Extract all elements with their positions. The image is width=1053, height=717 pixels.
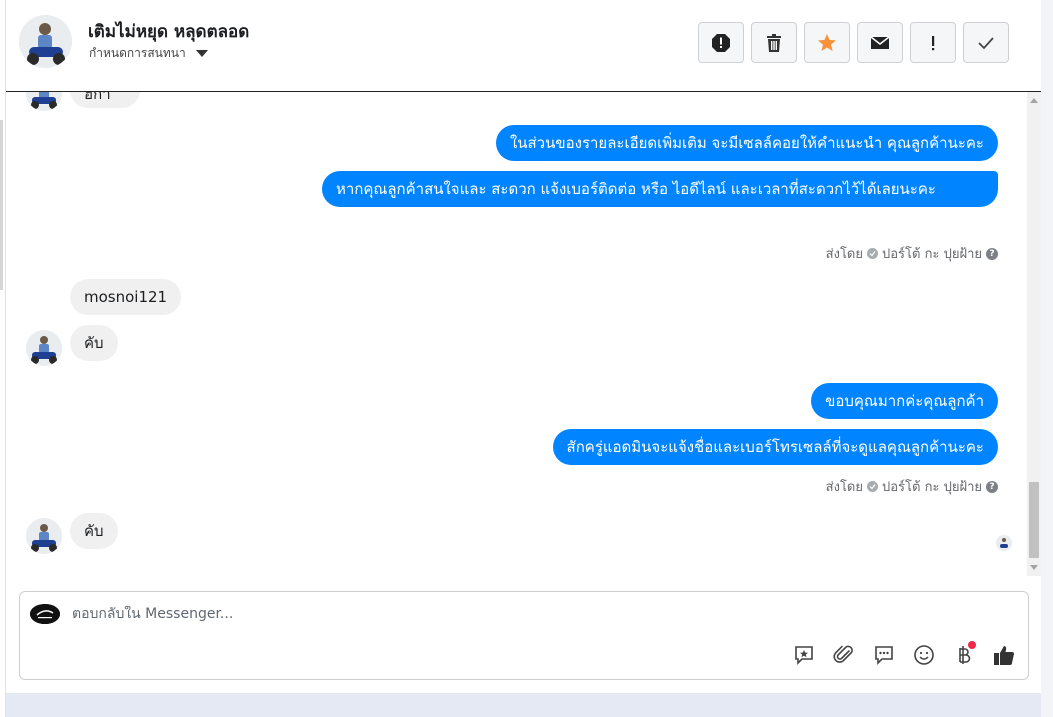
sent-by-prefix: ส่งโดย — [825, 247, 863, 262]
attachment-icon[interactable] — [832, 643, 856, 667]
page-logo — [30, 604, 60, 624]
message-bubble-incoming[interactable]: คับ — [70, 513, 118, 549]
scroll-up-icon[interactable] — [1030, 98, 1038, 103]
seen-avatar — [996, 535, 1012, 551]
mark-unread-button[interactable] — [857, 22, 903, 63]
assign-conversation[interactable]: กำหนดการสนทนา — [89, 44, 208, 63]
spam-report-button[interactable] — [698, 22, 744, 63]
message-text: mosnoi121 — [84, 288, 168, 306]
message-text: หากคุณลูกค้าสนใจและ สะดวก แจ้งเบอร์ติดต่… — [336, 180, 936, 198]
baht-icon[interactable] — [952, 641, 976, 667]
sent-by-info: ส่งโดย ปอร์โต้ กะ ปุยฝ้าย ? — [826, 476, 998, 497]
composer-actions — [792, 641, 1016, 667]
message-bubble-outgoing[interactable]: สักครู่แอดมินจะแจ้งชื่อและเบอร์โทรเซลล์ท… — [552, 429, 998, 465]
sent-by-name[interactable]: ปอร์โต้ กะ ปุยฝ้าย — [882, 243, 982, 264]
message-bubble-outgoing[interactable]: ขอบคุณมากค่ะคุณลูกค้า — [811, 383, 998, 419]
avatar — [26, 330, 62, 366]
emoji-icon[interactable] — [912, 643, 936, 667]
sent-by-prefix: ส่งโดย — [825, 480, 863, 495]
message-list: ฮิกา ในส่วนของรายละเอียดเพิ่มเติม จะมีเซ… — [6, 92, 1027, 576]
reply-input[interactable] — [72, 606, 672, 622]
message-text: คับ — [84, 522, 104, 540]
important-button[interactable] — [910, 22, 956, 63]
right-edge — [1041, 0, 1053, 717]
caret-down-icon — [195, 50, 208, 57]
star-button[interactable] — [804, 22, 850, 63]
message-bubble-incoming[interactable]: ฮิกา — [70, 92, 140, 108]
message-bubble-incoming[interactable]: mosnoi121 — [70, 279, 182, 315]
notification-dot — [968, 641, 976, 649]
message-text: ในส่วนของรายละเอียดเพิ่มเติม จะมีเซลล์คอ… — [509, 134, 984, 152]
message-bubble-incoming[interactable]: คับ — [70, 325, 118, 361]
delete-button[interactable] — [751, 22, 797, 63]
verified-check-icon — [867, 248, 878, 259]
reply-composer — [19, 591, 1029, 680]
saved-reply-icon[interactable] — [792, 643, 816, 667]
trash-icon — [767, 33, 781, 52]
sent-by-info: ส่งโดย ปอร์โต้ กะ ปุยฝ้าย ? — [826, 243, 998, 264]
avatar[interactable] — [19, 15, 72, 68]
conversation-toolbar — [698, 22, 1009, 63]
page-title: เติมไม่หยุด หลุดตลอด — [88, 22, 250, 42]
exclamation-icon — [932, 35, 935, 50]
chat-bubble-icon[interactable] — [872, 643, 896, 667]
assign-conversation-label: กำหนดการสนทนา — [89, 46, 186, 60]
checkmark-icon — [978, 36, 994, 49]
done-button[interactable] — [963, 22, 1009, 63]
conversation-header: เติมไม่หยุด หลุดตลอด กำหนดการสนทนา — [6, 0, 1041, 92]
message-bubble-outgoing[interactable]: ในส่วนของรายละเอียดเพิ่มเติม จะมีเซลล์คอ… — [495, 125, 998, 161]
star-icon — [818, 33, 836, 51]
message-text: คับ — [84, 334, 104, 352]
help-icon[interactable]: ? — [986, 247, 998, 260]
message-bubble-outgoing[interactable]: หากคุณลูกค้าสนใจและ สะดวก แจ้งเบอร์ติดต่… — [322, 171, 998, 207]
scroll-down-icon[interactable] — [1030, 565, 1038, 570]
scrollbar-thumb[interactable] — [1029, 482, 1039, 558]
alert-octagon-icon — [712, 33, 730, 52]
like-icon[interactable] — [992, 643, 1016, 667]
avatar — [26, 92, 62, 111]
sent-by-name[interactable]: ปอร์โต้ กะ ปุยฝ้าย — [882, 476, 982, 497]
envelope-icon — [870, 35, 890, 49]
message-text: สักครู่แอดมินจะแจ้งชื่อและเบอร์โทรเซลล์ท… — [566, 438, 984, 456]
message-scrollbar[interactable] — [1027, 92, 1041, 576]
verified-check-icon — [867, 481, 878, 492]
conversation-panel: เติมไม่หยุด หลุดตลอด กำหนดการสนทนา ฮิกา … — [6, 0, 1041, 693]
avatar — [26, 518, 62, 554]
message-text: ฮิกา — [84, 92, 111, 103]
help-icon[interactable]: ? — [986, 480, 998, 493]
message-text: ขอบคุณมากค่ะคุณลูกค้า — [825, 392, 984, 410]
